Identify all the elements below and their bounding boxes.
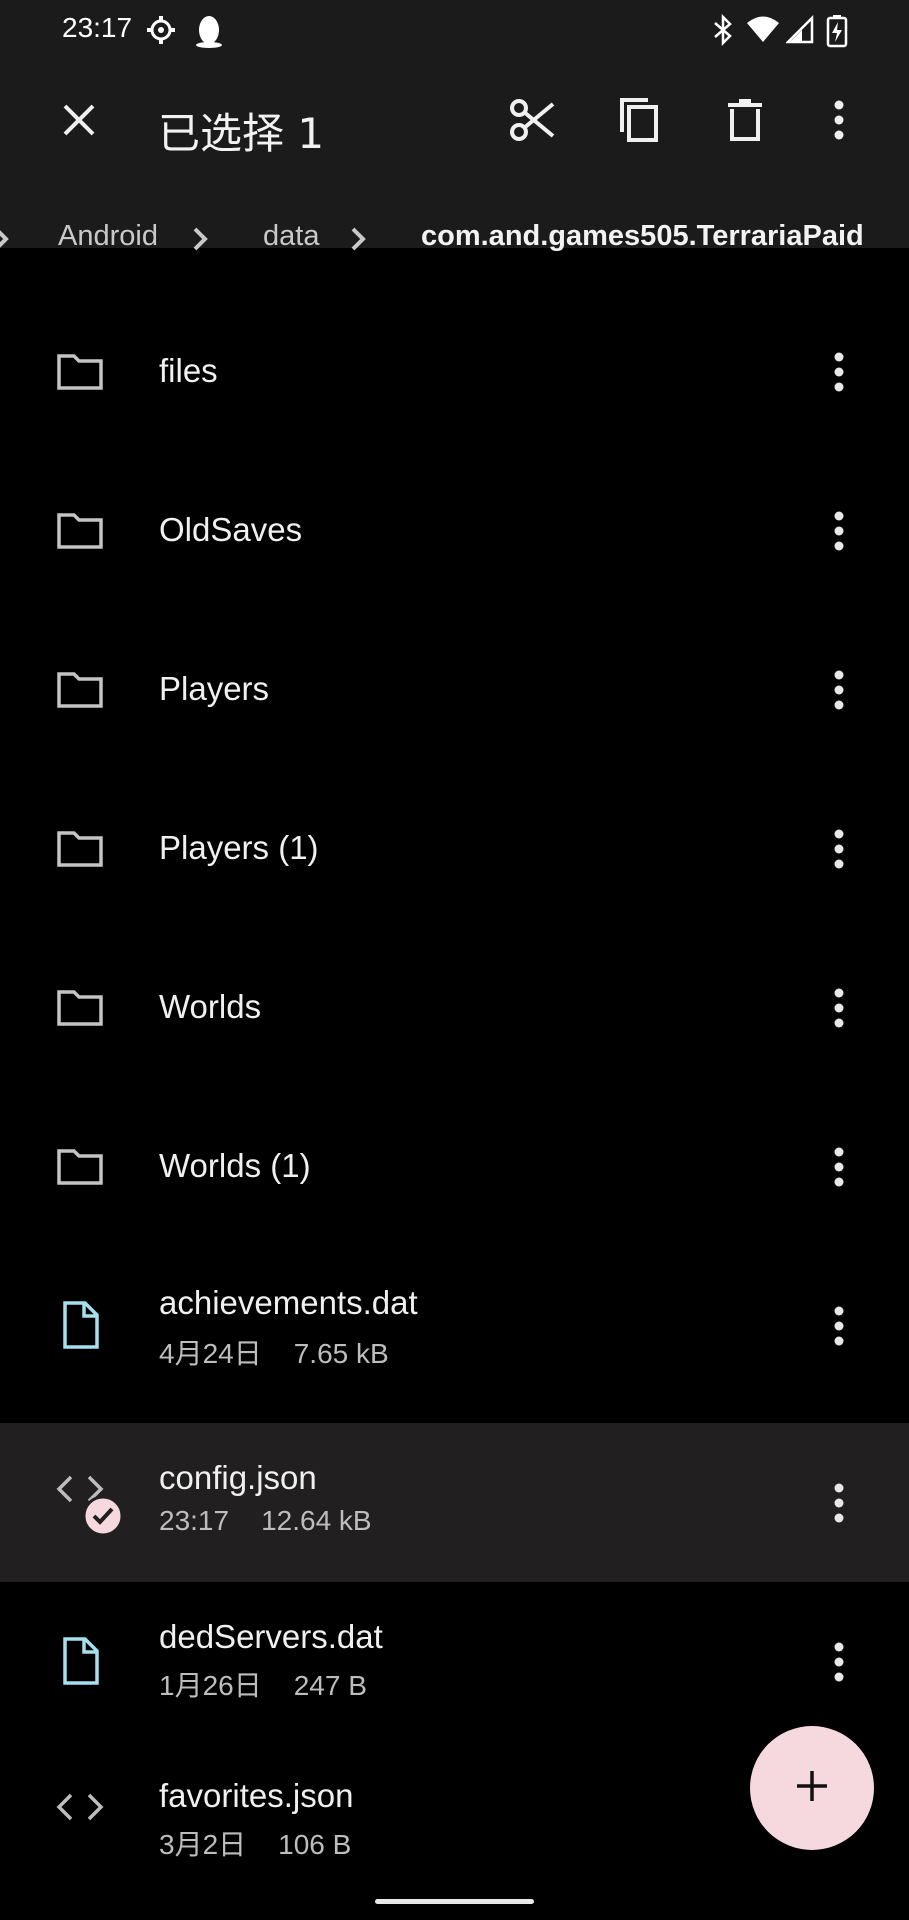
delete-button[interactable] [705, 82, 785, 162]
folder-icon [55, 664, 105, 714]
list-item[interactable]: Players (1) [0, 769, 909, 928]
item-date: 23:17 [159, 1505, 230, 1536]
more-vert-icon[interactable] [818, 1135, 860, 1199]
chevron-right-icon [351, 222, 367, 260]
item-name: Worlds [159, 988, 262, 1025]
file-icon [55, 1300, 105, 1350]
gesture-nav-handle[interactable] [375, 1899, 534, 1904]
list-item[interactable]: Worlds (1) [0, 1087, 909, 1246]
folder-icon [55, 505, 105, 555]
selection-toolbar: 已选择 1 [0, 62, 909, 186]
item-date: 4月24日 [159, 1338, 262, 1369]
item-meta: 3月2日 106 B [159, 1823, 351, 1863]
item-size: 106 B [278, 1829, 352, 1860]
item-date: 1月26日 [159, 1670, 262, 1701]
item-meta: 1月26日 247 B [159, 1664, 367, 1704]
more-options-button[interactable] [799, 82, 879, 162]
selected-check-icon [82, 1495, 124, 1541]
more-vert-icon[interactable] [818, 1630, 860, 1694]
settings-gear-icon [145, 14, 177, 50]
list-item-selected[interactable]: config.json 23:17 12.64 kB [0, 1423, 909, 1582]
item-name: Players [159, 670, 270, 707]
item-name: config.json [159, 1459, 317, 1496]
battery-charging-icon [826, 14, 848, 52]
item-date: 3月2日 [159, 1829, 247, 1860]
item-size: 7.65 kB [293, 1338, 389, 1369]
folder-icon [55, 1141, 105, 1191]
breadcrumb-item-android[interactable]: Android [58, 220, 158, 253]
list-item[interactable]: Worlds [0, 928, 909, 1087]
cut-button[interactable] [493, 82, 573, 162]
chevron-right-icon [0, 222, 10, 260]
qq-penguin-icon [194, 14, 224, 52]
list-item[interactable]: Players [0, 610, 909, 769]
status-bar: 23:17 [0, 0, 909, 62]
chevron-right-icon [193, 222, 209, 260]
item-size: 247 B [293, 1670, 367, 1701]
more-vert-icon[interactable] [818, 817, 860, 881]
item-name: OldSaves [159, 511, 303, 548]
close-selection-button[interactable] [39, 82, 119, 162]
list-item[interactable]: achievements.dat 4月24日 7.65 kB [0, 1246, 909, 1405]
more-vert-icon[interactable] [818, 499, 860, 563]
item-name: Worlds (1) [159, 1147, 311, 1184]
file-icon [55, 1636, 105, 1686]
more-vert-icon [833, 100, 845, 144]
folder-icon [55, 982, 105, 1032]
close-icon [61, 102, 97, 142]
cut-icon [509, 96, 557, 148]
item-meta: 4月24日 7.65 kB [159, 1332, 389, 1372]
wifi-icon [745, 14, 781, 50]
breadcrumb: Android data com.and.games505.TerrariaPa… [0, 200, 909, 280]
add-icon [794, 1768, 830, 1808]
folder-icon [55, 346, 105, 396]
list-item[interactable]: files [0, 292, 909, 451]
breadcrumb-item-data[interactable]: data [263, 220, 319, 253]
more-vert-icon[interactable] [818, 658, 860, 722]
more-vert-icon[interactable] [818, 1471, 860, 1535]
item-name: files [159, 352, 218, 389]
more-vert-icon[interactable] [818, 1294, 860, 1358]
breadcrumb-item-current[interactable]: com.and.games505.TerrariaPaid [421, 220, 864, 253]
add-fab-button[interactable] [750, 1726, 874, 1850]
item-size: 12.64 kB [261, 1505, 372, 1536]
item-name: favorites.json [159, 1777, 354, 1814]
copy-icon [616, 96, 662, 148]
more-vert-icon[interactable] [818, 976, 860, 1040]
bluetooth-icon [712, 13, 734, 50]
folder-icon [55, 823, 105, 873]
selection-count-title: 已选择 1 [158, 109, 325, 158]
more-vert-icon[interactable] [818, 340, 860, 404]
delete-icon [725, 97, 765, 147]
item-name: dedServers.dat [159, 1618, 383, 1655]
item-name: Players (1) [159, 829, 319, 866]
status-time: 23:17 [62, 12, 133, 43]
code-file-icon [55, 1787, 105, 1837]
list-item[interactable]: dedServers.dat 1月26日 247 B [0, 1582, 909, 1741]
item-meta: 23:17 12.64 kB [159, 1505, 372, 1537]
list-item[interactable]: OldSaves [0, 451, 909, 610]
item-name: achievements.dat [159, 1284, 418, 1321]
copy-button[interactable] [599, 82, 679, 162]
signal-icon [784, 14, 814, 50]
